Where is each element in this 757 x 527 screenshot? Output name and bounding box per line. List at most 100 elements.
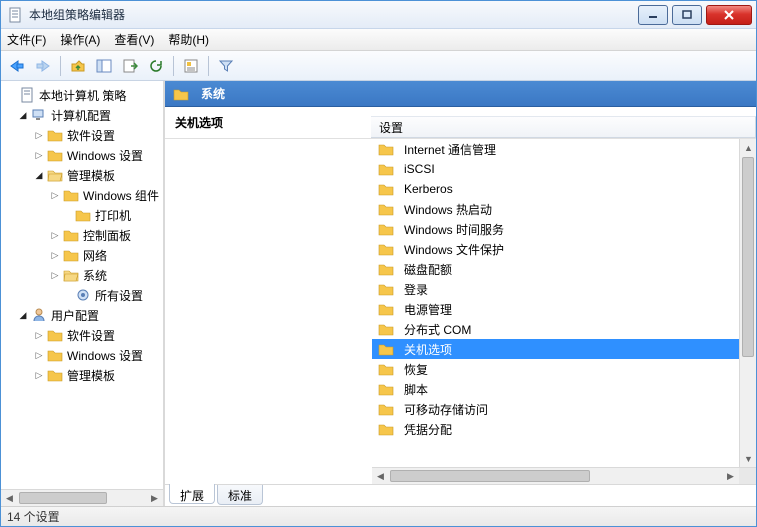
list-item[interactable]: 分布式 COM bbox=[372, 319, 739, 339]
list-item-label: 恢复 bbox=[404, 361, 428, 378]
tree-user-windows-settings[interactable]: ▷ Windows 设置 bbox=[1, 345, 163, 365]
folder-icon bbox=[378, 241, 394, 257]
folder-icon bbox=[63, 187, 79, 203]
tree-computer-config[interactable]: ◢ 计算机配置 bbox=[1, 105, 163, 125]
expand-icon[interactable]: ▷ bbox=[33, 369, 45, 381]
settings-list[interactable]: Internet 通信管理iSCSIKerberosWindows 热启动Win… bbox=[372, 139, 739, 467]
expand-icon[interactable]: ▷ bbox=[49, 249, 61, 261]
list-item[interactable]: 登录 bbox=[372, 279, 739, 299]
list-item[interactable]: 脚本 bbox=[372, 379, 739, 399]
list-vertical-scrollbar[interactable]: ▲ ▼ bbox=[739, 139, 756, 467]
scroll-right-icon[interactable]: ▶ bbox=[722, 468, 739, 484]
filter-button[interactable] bbox=[214, 54, 238, 78]
tab-extended[interactable]: 扩展 bbox=[169, 484, 215, 504]
scroll-right-icon[interactable]: ▶ bbox=[146, 490, 163, 506]
tree-label: Windows 设置 bbox=[67, 147, 143, 164]
list-item-label: 关机选项 bbox=[404, 341, 452, 358]
list-item[interactable]: Windows 文件保护 bbox=[372, 239, 739, 259]
expand-icon[interactable]: ▷ bbox=[49, 269, 61, 281]
list-item[interactable]: 恢复 bbox=[372, 359, 739, 379]
folder-icon bbox=[75, 207, 91, 223]
tree-label: Windows 组件 bbox=[83, 187, 159, 204]
expand-icon[interactable]: ▷ bbox=[33, 349, 45, 361]
list-item[interactable]: iSCSI bbox=[372, 159, 739, 179]
maximize-button[interactable] bbox=[672, 5, 702, 25]
folder-icon bbox=[47, 127, 63, 143]
tree-user-config[interactable]: ◢ 用户配置 bbox=[1, 305, 163, 325]
list-item-label: 脚本 bbox=[404, 381, 428, 398]
tree-windows-settings[interactable]: ▷ Windows 设置 bbox=[1, 145, 163, 165]
list-item-label: 磁盘配额 bbox=[404, 261, 452, 278]
folder-icon bbox=[63, 227, 79, 243]
scrollbar-thumb[interactable] bbox=[19, 492, 107, 504]
show-hide-tree-button[interactable] bbox=[92, 54, 116, 78]
list-item[interactable]: Windows 时间服务 bbox=[372, 219, 739, 239]
minimize-button[interactable] bbox=[638, 5, 668, 25]
tree-windows-components[interactable]: ▷ Windows 组件 bbox=[1, 185, 163, 205]
tree-software-settings[interactable]: ▷ 软件设置 bbox=[1, 125, 163, 145]
close-button[interactable] bbox=[706, 5, 752, 25]
list-item[interactable]: 电源管理 bbox=[372, 299, 739, 319]
detail-pane: 系统 关机选项 设置 Internet 通信管理iSCSIKerberosWin… bbox=[165, 81, 756, 506]
tree-system[interactable]: ▷ 系统 bbox=[1, 265, 163, 285]
expand-icon[interactable]: ▷ bbox=[33, 329, 45, 341]
folder-icon bbox=[378, 181, 394, 197]
tree-admin-templates[interactable]: ◢ 管理模板 bbox=[1, 165, 163, 185]
collapse-icon[interactable]: ◢ bbox=[17, 309, 29, 321]
tree-pane: 本地计算机 策略 ◢ 计算机配置 ▷ 软件设置 ▷ Windows 设置 bbox=[1, 81, 165, 506]
list-item-label: iSCSI bbox=[404, 162, 435, 176]
collapse-icon[interactable]: ◢ bbox=[33, 169, 45, 181]
tree-user-software-settings[interactable]: ▷ 软件设置 bbox=[1, 325, 163, 345]
list-item[interactable]: 凭据分配 bbox=[372, 419, 739, 439]
list-item-label: 凭据分配 bbox=[404, 421, 452, 438]
scrollbar-thumb[interactable] bbox=[390, 470, 590, 482]
list-item[interactable]: 磁盘配额 bbox=[372, 259, 739, 279]
tree[interactable]: 本地计算机 策略 ◢ 计算机配置 ▷ 软件设置 ▷ Windows 设置 bbox=[1, 81, 163, 489]
tree-network[interactable]: ▷ 网络 bbox=[1, 245, 163, 265]
tree-user-admin-templates[interactable]: ▷ 管理模板 bbox=[1, 365, 163, 385]
list-item-label: 可移动存储访问 bbox=[404, 401, 488, 418]
up-button[interactable] bbox=[66, 54, 90, 78]
tabs-row: 扩展 标准 bbox=[165, 484, 756, 506]
user-icon bbox=[31, 307, 47, 323]
menu-file[interactable]: 文件(F) bbox=[7, 31, 46, 48]
back-button[interactable] bbox=[5, 54, 29, 78]
list-item[interactable]: Internet 通信管理 bbox=[372, 139, 739, 159]
list-item[interactable]: Kerberos bbox=[372, 179, 739, 199]
list-item[interactable]: 可移动存储访问 bbox=[372, 399, 739, 419]
scroll-down-icon[interactable]: ▼ bbox=[740, 450, 756, 467]
tree-label: 控制面板 bbox=[83, 227, 131, 244]
expand-icon[interactable]: ▷ bbox=[33, 149, 45, 161]
tree-all-settings[interactable]: 所有设置 bbox=[1, 285, 163, 305]
expand-icon[interactable]: ▷ bbox=[49, 189, 61, 201]
list-horizontal-scrollbar[interactable]: ◀ ▶ bbox=[372, 467, 756, 484]
expand-icon[interactable]: ▷ bbox=[33, 129, 45, 141]
menu-action[interactable]: 操作(A) bbox=[60, 31, 100, 48]
list-item[interactable]: Windows 热启动 bbox=[372, 199, 739, 219]
column-header-settings[interactable]: 设置 bbox=[371, 116, 756, 138]
menu-view[interactable]: 查看(V) bbox=[114, 31, 154, 48]
window-title: 本地组策略编辑器 bbox=[29, 6, 634, 23]
tree-printers[interactable]: 打印机 bbox=[1, 205, 163, 225]
refresh-button[interactable] bbox=[144, 54, 168, 78]
twisty-icon bbox=[61, 209, 73, 221]
tree-root[interactable]: 本地计算机 策略 bbox=[1, 85, 163, 105]
toolbar-separator bbox=[173, 56, 174, 76]
scroll-left-icon[interactable]: ◀ bbox=[372, 468, 389, 484]
tree-label: 本地计算机 策略 bbox=[39, 87, 126, 104]
scroll-left-icon[interactable]: ◀ bbox=[1, 490, 18, 506]
menu-help[interactable]: 帮助(H) bbox=[168, 31, 209, 48]
tree-control-panel[interactable]: ▷ 控制面板 bbox=[1, 225, 163, 245]
scrollbar-thumb[interactable] bbox=[742, 157, 754, 357]
folder-icon bbox=[378, 221, 394, 237]
list-item[interactable]: 关机选项 bbox=[372, 339, 739, 359]
tab-standard[interactable]: 标准 bbox=[217, 485, 263, 505]
collapse-icon[interactable]: ◢ bbox=[17, 109, 29, 121]
properties-button[interactable] bbox=[179, 54, 203, 78]
expand-icon[interactable]: ▷ bbox=[49, 229, 61, 241]
tree-horizontal-scrollbar[interactable]: ◀ ▶ bbox=[1, 489, 163, 506]
scroll-up-icon[interactable]: ▲ bbox=[740, 139, 756, 156]
forward-button[interactable] bbox=[31, 54, 55, 78]
tree-label: 用户配置 bbox=[51, 307, 99, 324]
export-button[interactable] bbox=[118, 54, 142, 78]
